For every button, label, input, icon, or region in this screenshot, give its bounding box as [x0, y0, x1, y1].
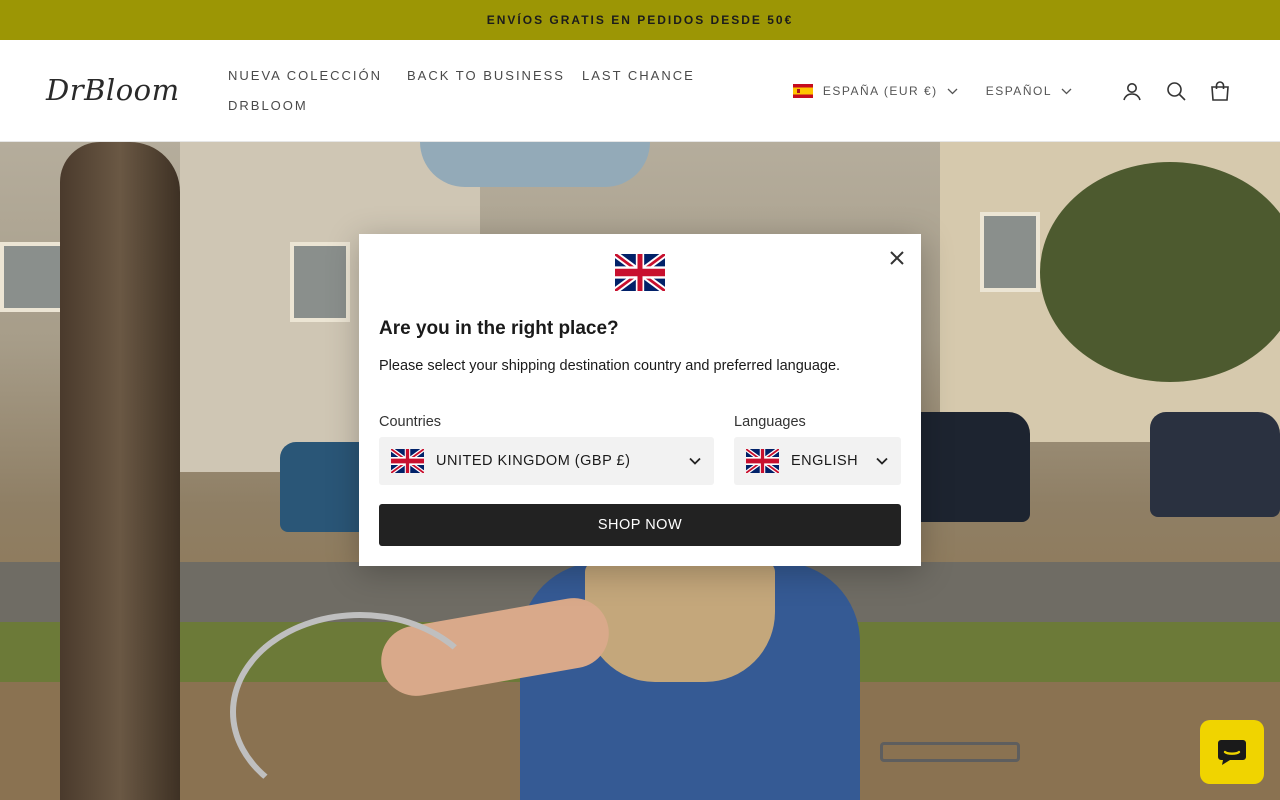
- announcement-bar: ENVÍOS GRATIS EN PEDIDOS DESDE 50€: [0, 0, 1280, 40]
- chevron-down-icon: [1061, 88, 1072, 94]
- country-select-value: UNITED KINGDOM (GBP £): [436, 453, 631, 469]
- close-icon[interactable]: [887, 248, 907, 268]
- languages-label: Languages: [734, 414, 806, 430]
- chevron-down-icon: [947, 88, 958, 94]
- site-header: DrBloom NUEVA COLECCIÓN BACK TO BUSINESS…: [0, 40, 1280, 142]
- bike-rack: [880, 742, 1020, 762]
- countries-label: Countries: [379, 414, 442, 430]
- building-window: [980, 212, 1040, 292]
- brand-logo[interactable]: DrBloom: [46, 73, 180, 107]
- nav-item-drbloom[interactable]: DRBLOOM: [228, 98, 308, 113]
- shop-now-button[interactable]: SHOP NOW: [379, 504, 901, 546]
- chat-widget-button[interactable]: [1200, 720, 1264, 784]
- nav-item-last-chance[interactable]: LAST CHANCE: [582, 68, 695, 83]
- chat-icon: [1218, 740, 1246, 765]
- language-select[interactable]: ENGLISH: [734, 437, 901, 485]
- parked-car: [1150, 412, 1280, 517]
- spain-flag-icon: [792, 84, 813, 98]
- account-icon[interactable]: [1120, 79, 1144, 103]
- bicycle: [230, 612, 490, 800]
- chevron-down-icon: [689, 457, 701, 465]
- country-select[interactable]: UNITED KINGDOM (GBP £): [379, 437, 714, 485]
- announcement-text: ENVÍOS GRATIS EN PEDIDOS DESDE 50€: [486, 13, 794, 27]
- modal-title: Are you in the right place?: [379, 318, 619, 339]
- nav-item-back-to-business[interactable]: BACK TO BUSINESS: [407, 68, 565, 83]
- tree-trunk: [60, 142, 180, 800]
- language-selector[interactable]: ESPAÑOL: [986, 84, 1072, 98]
- country-selector[interactable]: ESPAÑA (EUR €): [792, 84, 958, 98]
- basket: [585, 562, 775, 682]
- cap: [420, 142, 650, 187]
- search-icon[interactable]: [1164, 79, 1188, 103]
- uk-flag-icon: [391, 449, 424, 473]
- language-selector-label: ESPAÑOL: [985, 84, 1052, 98]
- cart-icon[interactable]: [1208, 79, 1232, 103]
- logo-prefix: Dr: [46, 73, 85, 107]
- building-window: [290, 242, 350, 322]
- modal-description: Please select your shipping destination …: [379, 358, 841, 374]
- language-select-value: ENGLISH: [791, 453, 859, 469]
- uk-flag-icon: [746, 449, 779, 473]
- nav-item-nueva-coleccion[interactable]: NUEVA COLECCIÓN: [228, 68, 382, 83]
- header-actions: ESPAÑA (EUR €) ESPAÑOL: [792, 79, 1232, 103]
- country-selector-label: ESPAÑA (EUR €): [822, 84, 938, 98]
- chevron-down-icon: [876, 457, 888, 465]
- uk-flag-icon: [615, 254, 665, 291]
- locale-modal: Are you in the right place? Please selec…: [359, 234, 921, 566]
- logo-word: Bloom: [84, 73, 180, 107]
